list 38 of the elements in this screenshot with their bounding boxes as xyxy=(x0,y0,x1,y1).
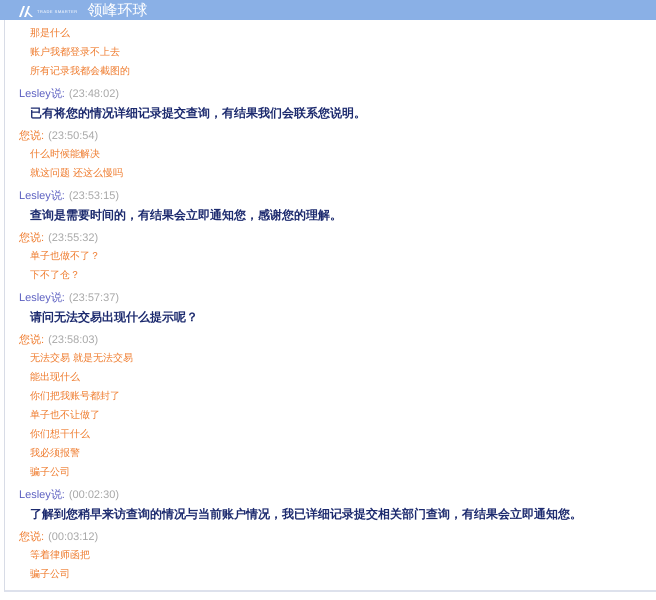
speaker-label: 您说: xyxy=(19,231,44,246)
message-text: 单子也不让做了 xyxy=(29,408,101,423)
message-text: 等着律师函把 xyxy=(29,548,91,563)
message-text: 已有将您的情况详细记录提交查询，有结果我们会联系您说明。 xyxy=(29,105,367,122)
speaker-label: 您说: xyxy=(19,333,44,348)
message-time: (23:53:15) xyxy=(68,189,120,204)
message-text: 你们把我账号都封了 xyxy=(29,390,121,404)
message-text: 你们想干什么 xyxy=(29,428,91,442)
message-text: 无法交易 就是无法交易 xyxy=(29,352,134,366)
message-text: 我必须报警 xyxy=(29,446,81,461)
message-time: (23:55:32) xyxy=(48,231,98,246)
message-text: 什么时候能解决 xyxy=(29,148,101,162)
message-text: 了解到您稍早来访查询的情况与当前账户情况，我已详细记录提交相关部门查询，有结果会立即通知您。 xyxy=(29,506,583,523)
brand-title: 领峰环球 xyxy=(88,1,148,20)
speaker-label: Lesley说: xyxy=(19,291,65,306)
speaker-label: 您说: xyxy=(19,129,44,144)
message-text: 请问无法交易出现什么提示呢？ xyxy=(28,309,199,326)
message-time: (23:50:54) xyxy=(48,129,98,144)
message-time: (00:02:30) xyxy=(68,488,120,503)
message-time: (00:03:12) xyxy=(48,530,98,545)
message-time: (23:57:37) xyxy=(68,291,120,306)
logo-icon xyxy=(18,5,34,17)
message-text: 骗子公司 xyxy=(29,568,71,582)
message-text: 下不了仓？ xyxy=(29,269,81,283)
message-text: 就这问题 还这么慢吗 xyxy=(29,166,124,181)
message-time: (23:48:02) xyxy=(68,87,120,102)
speaker-label: Lesley说: xyxy=(19,87,65,102)
message-text: 所有记录我都会截图的 xyxy=(29,64,131,79)
message-text: 查询是需要时间的，有结果会立即通知您，感谢您的理解。 xyxy=(29,207,343,224)
message-text: 账户我都登录不上去 xyxy=(29,46,121,60)
message-time: (23:58:03) xyxy=(48,333,98,348)
speaker-label: Lesley说: xyxy=(19,189,65,204)
message-text: 能出现什么 xyxy=(29,370,81,385)
message-text: 那是什么 xyxy=(29,27,71,41)
message-text: 单子也做不了？ xyxy=(29,250,101,264)
speaker-label: Lesley说: xyxy=(19,488,65,503)
message-text: 骗子公司 xyxy=(29,466,71,480)
speaker-label: 您说: xyxy=(19,530,44,545)
